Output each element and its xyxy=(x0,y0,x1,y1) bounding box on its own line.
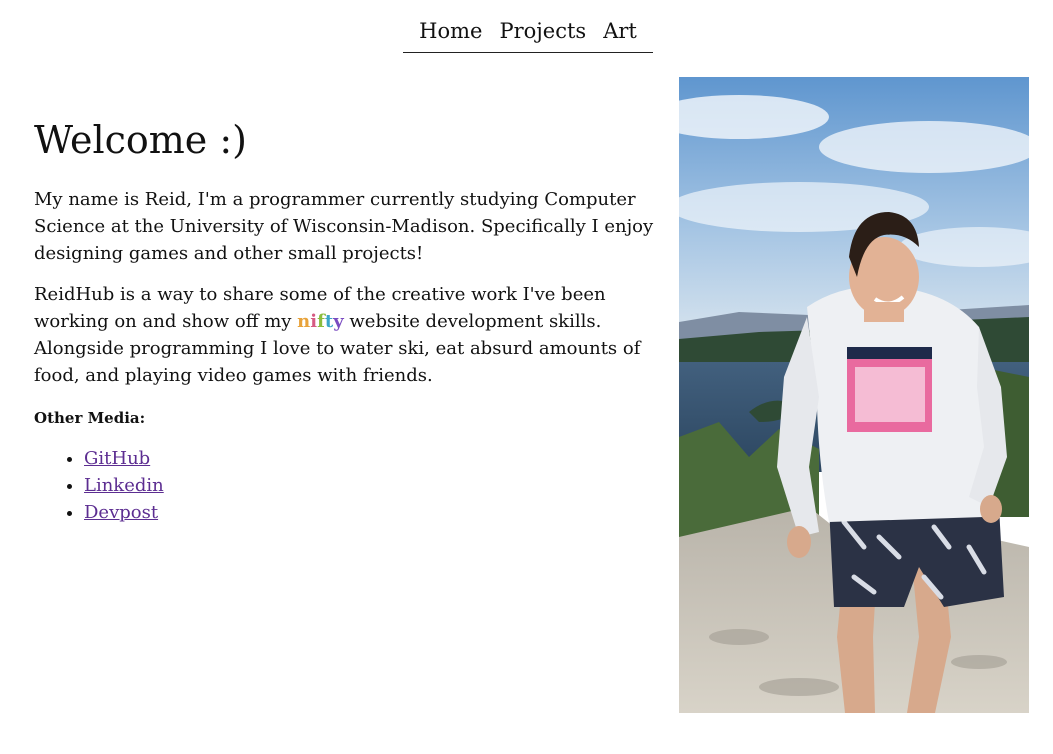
linkedin-link[interactable]: Linkedin xyxy=(84,475,164,496)
devpost-link[interactable]: Devpost xyxy=(84,502,158,523)
nifty-letter: y xyxy=(333,311,344,332)
about-paragraph: ReidHub is a way to share some of the cr… xyxy=(34,281,664,389)
nifty-letter: t xyxy=(324,311,334,332)
nav-home-link[interactable]: Home xyxy=(419,14,482,52)
main-content: Welcome :) My name is Reid, I'm a progra… xyxy=(34,108,664,526)
intro-paragraph: My name is Reid, I'm a programmer curren… xyxy=(34,189,654,264)
list-item: GitHub xyxy=(84,445,664,472)
page-title: Welcome :) xyxy=(34,118,247,162)
nav-art-link[interactable]: Art xyxy=(603,14,637,52)
list-item: Linkedin xyxy=(84,472,664,499)
profile-photo-illustration xyxy=(679,77,1029,713)
nifty-rainbow-word: nifty xyxy=(297,311,343,332)
nav-projects-link[interactable]: Projects xyxy=(499,14,586,52)
media-links-list: GitHub Linkedin Devpost xyxy=(34,445,664,526)
list-item: Devpost xyxy=(84,499,664,526)
nifty-letter: f xyxy=(317,311,325,332)
top-nav: Home Projects Art xyxy=(403,14,653,53)
profile-photo xyxy=(679,77,1029,713)
github-link[interactable]: GitHub xyxy=(84,448,150,469)
other-media-heading: Other Media: xyxy=(34,409,146,427)
nifty-letter: n xyxy=(297,311,311,332)
